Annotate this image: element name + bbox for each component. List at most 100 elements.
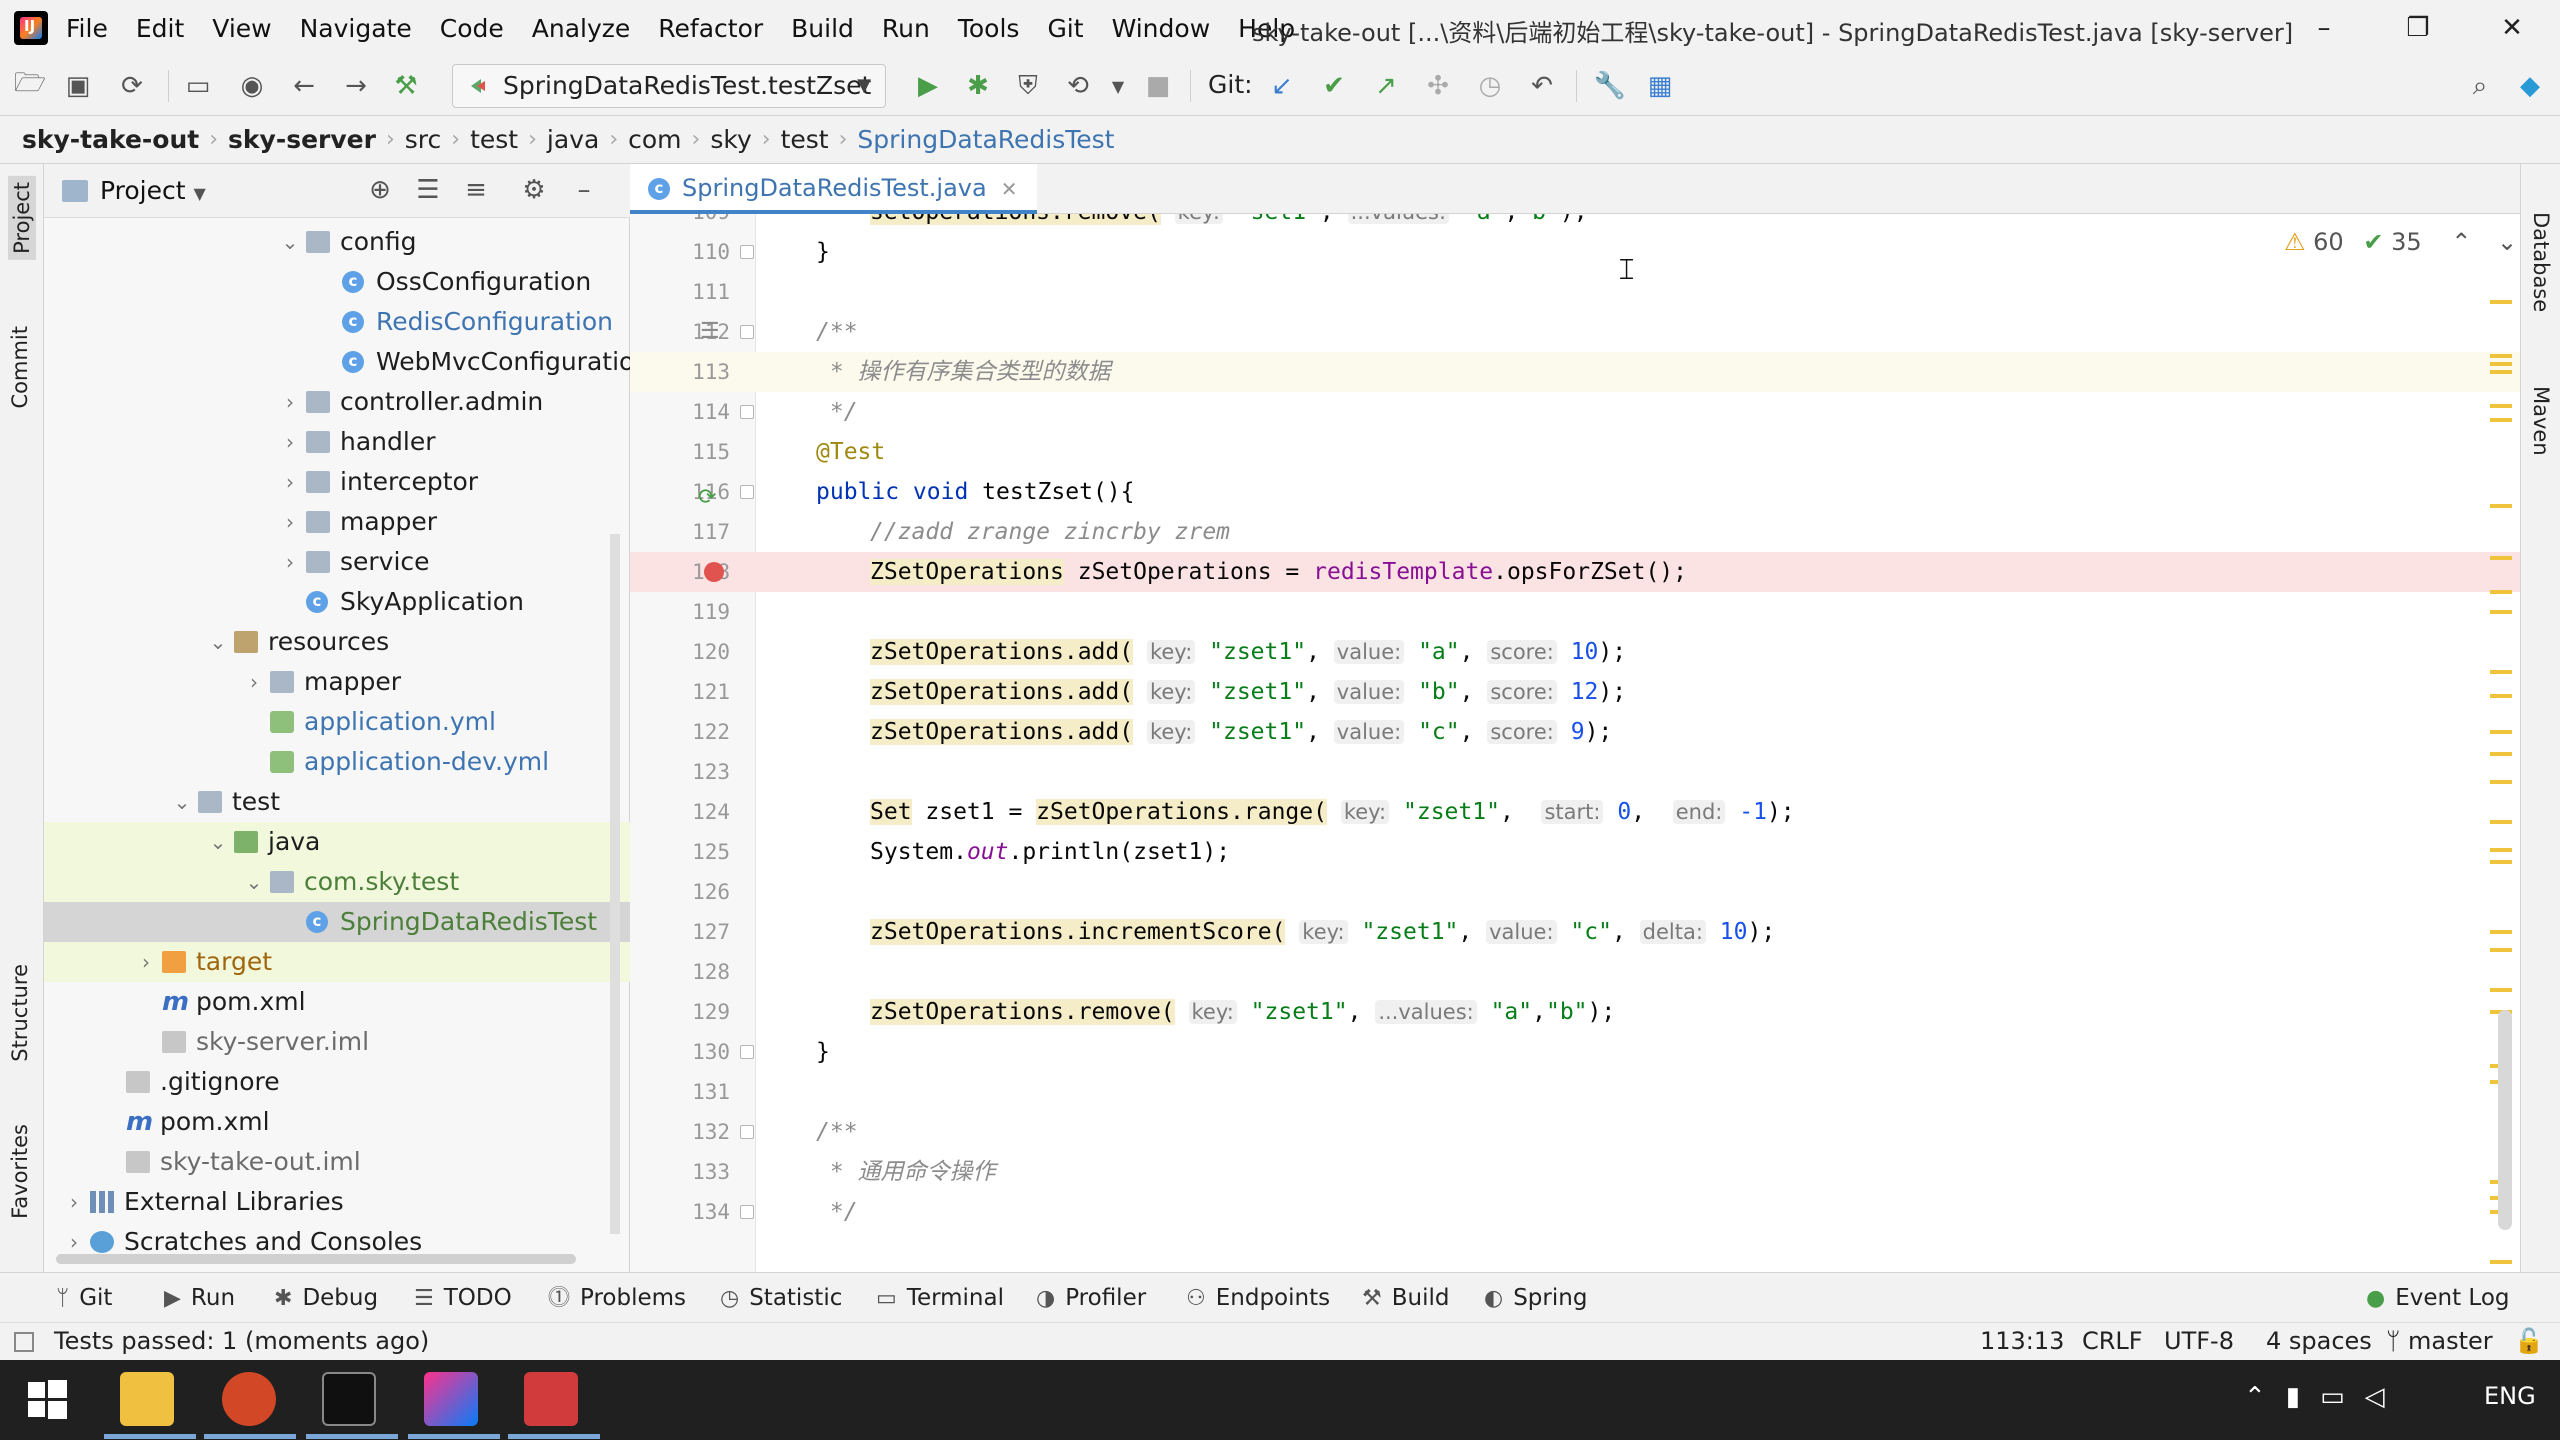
code-line[interactable]: 109 setOperations.remove( key: "set1", ..…: [630, 214, 2520, 232]
sync-icon[interactable]: ⟳: [116, 70, 148, 102]
warning-stripe-mark[interactable]: [2490, 694, 2512, 698]
code-line[interactable]: 134 */: [630, 1192, 2520, 1232]
next-highlight-icon[interactable]: ⌄: [2497, 228, 2517, 256]
event-log-button[interactable]: ● Event Log: [2366, 1273, 2509, 1323]
hide-panel-icon[interactable]: –: [568, 174, 600, 206]
tree-item[interactable]: application.yml: [44, 702, 630, 742]
chevron-down-icon[interactable]: ⌄: [280, 222, 300, 262]
code-line[interactable]: 115 @Test: [630, 432, 2520, 472]
code-line[interactable]: 118ZSetOperations zSetOperations = redis…: [630, 552, 2520, 592]
chevron-right-icon[interactable]: ›: [280, 422, 300, 462]
stop-icon[interactable]: ■: [1142, 70, 1174, 102]
powerpoint-icon[interactable]: [222, 1372, 276, 1426]
warning-stripe-mark[interactable]: [2490, 504, 2512, 508]
fold-marker-icon[interactable]: [740, 405, 754, 419]
fold-marker-icon[interactable]: [740, 245, 754, 259]
caret-position[interactable]: 113:13: [1980, 1323, 2064, 1359]
tab-maven[interactable]: Maven: [2529, 386, 2553, 456]
intellij-taskbar-icon[interactable]: [424, 1372, 478, 1426]
build-hammer-icon[interactable]: ⚒: [390, 70, 422, 102]
indent-setting[interactable]: 4 spaces: [2266, 1323, 2372, 1359]
code-line[interactable]: 122 zSetOperations.add( key: "zset1", val…: [630, 712, 2520, 752]
tree-item[interactable]: sky-take-out.iml: [44, 1142, 630, 1182]
minimize-icon[interactable]: –: [2304, 10, 2344, 46]
tree-item[interactable]: WebMvcConfiguration: [44, 342, 650, 382]
tree-item[interactable]: OssConfiguration: [44, 262, 630, 302]
tree-item[interactable]: ⌄ java: [44, 822, 630, 862]
code-line[interactable]: 127 zSetOperations.incrementScore( key: "…: [630, 912, 2520, 952]
breadcrumb-item[interactable]: com: [628, 125, 681, 154]
tool-spring[interactable]: ◐ Spring: [1484, 1273, 1587, 1323]
tree-item[interactable]: › handler: [44, 422, 630, 462]
breadcrumb-item[interactable]: src: [405, 125, 442, 154]
system-tray-icons[interactable]: ⌃▮▭◁: [2244, 1382, 2405, 1412]
breakpoint-icon[interactable]: [704, 562, 724, 582]
code-line[interactable]: 131: [630, 1072, 2520, 1112]
code-line[interactable]: 121 zSetOperations.add( key: "zset1", val…: [630, 672, 2520, 712]
warning-stripe-mark[interactable]: [2490, 670, 2512, 674]
gear-icon[interactable]: ⚙: [518, 174, 550, 206]
toolbox-icon[interactable]: ◆: [2514, 70, 2546, 102]
code-line[interactable]: 133 * 通用命令操作: [630, 1152, 2520, 1192]
tab-favorites[interactable]: Favorites: [8, 1124, 32, 1219]
class-icon[interactable]: ◉: [236, 70, 268, 102]
code-line[interactable]: 128: [630, 952, 2520, 992]
menu-run[interactable]: Run: [882, 14, 930, 43]
restore-icon[interactable]: ❐: [2398, 10, 2438, 46]
settings-wrench-icon[interactable]: 🔧: [1594, 70, 1626, 102]
warning-stripe-mark[interactable]: [2490, 752, 2512, 756]
code-editor[interactable]: 109setOperations.remove( key: "set1", ..…: [630, 214, 2520, 1272]
warning-stripe-mark[interactable]: [2490, 362, 2512, 366]
chevron-down-icon[interactable]: ⌄: [208, 822, 228, 862]
project-view-select[interactable]: Project ▼: [100, 176, 206, 205]
code-line[interactable]: 114 */: [630, 392, 2520, 432]
fold-marker-icon[interactable]: [740, 1125, 754, 1139]
expand-all-icon[interactable]: ☰: [412, 174, 444, 206]
line-separator[interactable]: CRLF: [2082, 1323, 2143, 1359]
chevron-right-icon[interactable]: ›: [64, 1182, 84, 1222]
windows-start-icon[interactable]: [20, 1372, 74, 1426]
profile-icon[interactable]: ⟲: [1062, 70, 1094, 102]
warning-stripe-mark[interactable]: [2490, 404, 2512, 408]
collapse-all-icon[interactable]: ≡: [460, 174, 492, 206]
tree-item[interactable]: sky-server.iml: [44, 1022, 630, 1062]
tree-item[interactable]: › service: [44, 542, 630, 582]
chevron-right-icon[interactable]: ›: [280, 502, 300, 542]
file-explorer-icon[interactable]: [120, 1372, 174, 1426]
breadcrumb-item[interactable]: sky-take-out: [22, 125, 199, 154]
code-line[interactable]: 111: [630, 272, 2520, 312]
tool-build[interactable]: ⚒ Build: [1362, 1273, 1449, 1323]
chevron-right-icon[interactable]: ›: [280, 542, 300, 582]
git-compare-icon[interactable]: ✣: [1422, 70, 1454, 102]
doc-render-icon[interactable]: ☰: [700, 312, 720, 352]
menu-refactor[interactable]: Refactor: [658, 14, 763, 43]
warning-stripe-mark[interactable]: [2490, 610, 2512, 614]
fold-marker-icon[interactable]: [740, 1205, 754, 1219]
fold-marker-icon[interactable]: [740, 485, 754, 499]
file-encoding[interactable]: UTF-8: [2164, 1323, 2234, 1359]
tool-endpoints[interactable]: ⚇ Endpoints: [1186, 1273, 1330, 1323]
chevron-right-icon[interactable]: ›: [136, 942, 156, 982]
menu-build[interactable]: Build: [791, 14, 854, 43]
chevron-right-icon[interactable]: ›: [244, 662, 264, 702]
warning-stripe-mark[interactable]: [2490, 780, 2512, 784]
code-line[interactable]: 119: [630, 592, 2520, 632]
code-line[interactable]: 129 zSetOperations.remove( key: "zset1", …: [630, 992, 2520, 1032]
app-star-icon[interactable]: [524, 1372, 578, 1426]
tool-run[interactable]: ▶ Run: [164, 1273, 235, 1323]
breadcrumb-item[interactable]: java: [547, 125, 599, 154]
git-push-icon[interactable]: ↗: [1370, 70, 1402, 102]
code-line[interactable]: 117 //zadd zrange zincrby zrem: [630, 512, 2520, 552]
git-update-icon[interactable]: ↙: [1266, 70, 1298, 102]
tool-problems[interactable]: ⓵ Problems: [548, 1273, 686, 1323]
tree-item[interactable]: › mapper: [44, 502, 630, 542]
breadcrumb-item[interactable]: sky-server: [228, 125, 376, 154]
close-tab-icon[interactable]: ✕: [1001, 177, 1018, 201]
tree-item[interactable]: ⌄ test: [44, 782, 630, 822]
tree-item[interactable]: ⌄ resources: [44, 622, 630, 662]
terminal-icon[interactable]: [322, 1372, 376, 1426]
fold-marker-icon[interactable]: [740, 325, 754, 339]
tree-item[interactable]: › External Libraries: [44, 1182, 630, 1222]
code-line[interactable]: 113 * 操作有序集合类型的数据: [630, 352, 2520, 392]
tab-structure[interactable]: Structure: [8, 964, 32, 1062]
